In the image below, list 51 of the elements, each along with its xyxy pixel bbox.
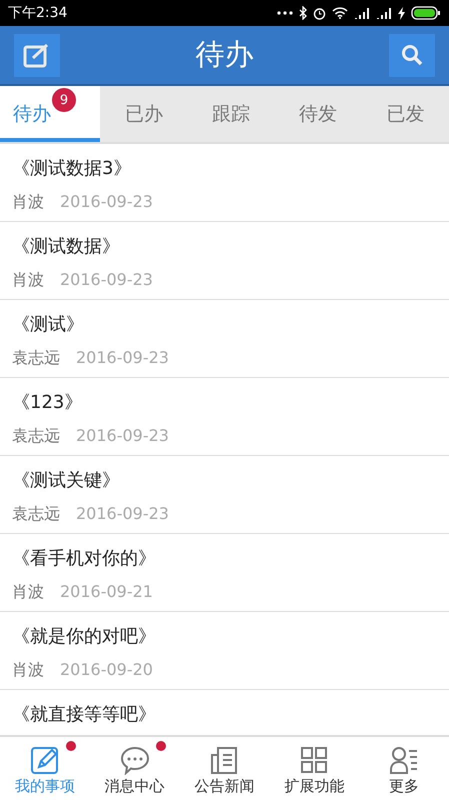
compose-icon [23, 42, 51, 68]
newspaper-icon [209, 745, 240, 775]
charging-icon [398, 6, 405, 20]
item-date: 2016-09-23 [60, 270, 153, 291]
nav-tab[interactable]: 公告新闻 [180, 737, 270, 800]
person-icon [389, 745, 420, 775]
item-author: 袁志远 [12, 426, 60, 447]
tab[interactable]: 待发 [274, 86, 362, 142]
item-title[interactable]: 《看手机对你的》 [12, 544, 156, 574]
tab[interactable]: 待办 9 [0, 86, 100, 142]
battery-icon [411, 6, 441, 20]
item-author: 肖波 [12, 660, 44, 681]
wifi-icon [332, 7, 348, 19]
item-title[interactable]: 《测试数据3》 [12, 154, 132, 184]
compose-button[interactable] [14, 34, 60, 76]
item-date: 2016-09-23 [76, 504, 169, 525]
item-author: 肖波 [12, 192, 44, 213]
item-title[interactable]: 《就是你的对吧》 [12, 622, 156, 652]
pencil-icon [30, 745, 60, 775]
item-title[interactable]: 《测试数据》 [12, 232, 120, 262]
screen-title: 待办 [196, 36, 254, 73]
item-date: 2016-09-23 [76, 348, 169, 369]
item-date: 2016-09-20 [60, 660, 153, 681]
item-title[interactable]: 《就直接等等吧》 [12, 700, 156, 730]
search-button[interactable] [389, 34, 435, 76]
bluetooth-icon [299, 6, 307, 20]
signal-icon [354, 7, 370, 19]
chat-icon [120, 745, 150, 775]
grid-icon [299, 745, 330, 775]
item-title[interactable]: 《123》 [12, 388, 82, 418]
signal-icon [376, 7, 392, 19]
item-date: 2016-09-23 [60, 192, 153, 213]
tab[interactable]: 已发 [362, 86, 449, 142]
item-date: 2016-09-21 [60, 582, 153, 603]
item-title[interactable]: 《测试关键》 [12, 466, 120, 496]
count-badge: 9 [52, 88, 76, 112]
tab[interactable]: 已办 [100, 86, 188, 142]
alarm-icon [313, 6, 326, 20]
item-author: 袁志远 [12, 348, 60, 369]
item-author: 袁志远 [12, 504, 60, 525]
nav-tab[interactable]: 更多 [359, 737, 449, 800]
nav-tab[interactable]: 消息中心 [90, 737, 180, 800]
item-date: 2016-09-23 [76, 426, 169, 447]
tab[interactable]: 跟踪 [187, 86, 275, 142]
nav-tab[interactable]: 扩展功能 [269, 737, 360, 800]
item-author: 肖波 [12, 582, 44, 603]
item-author: 肖波 [12, 270, 44, 291]
search-icon [401, 44, 423, 66]
item-title[interactable]: 《测试》 [12, 310, 84, 340]
more-dots-icon [277, 11, 293, 15]
status-time: 下午2:34 [8, 4, 68, 22]
